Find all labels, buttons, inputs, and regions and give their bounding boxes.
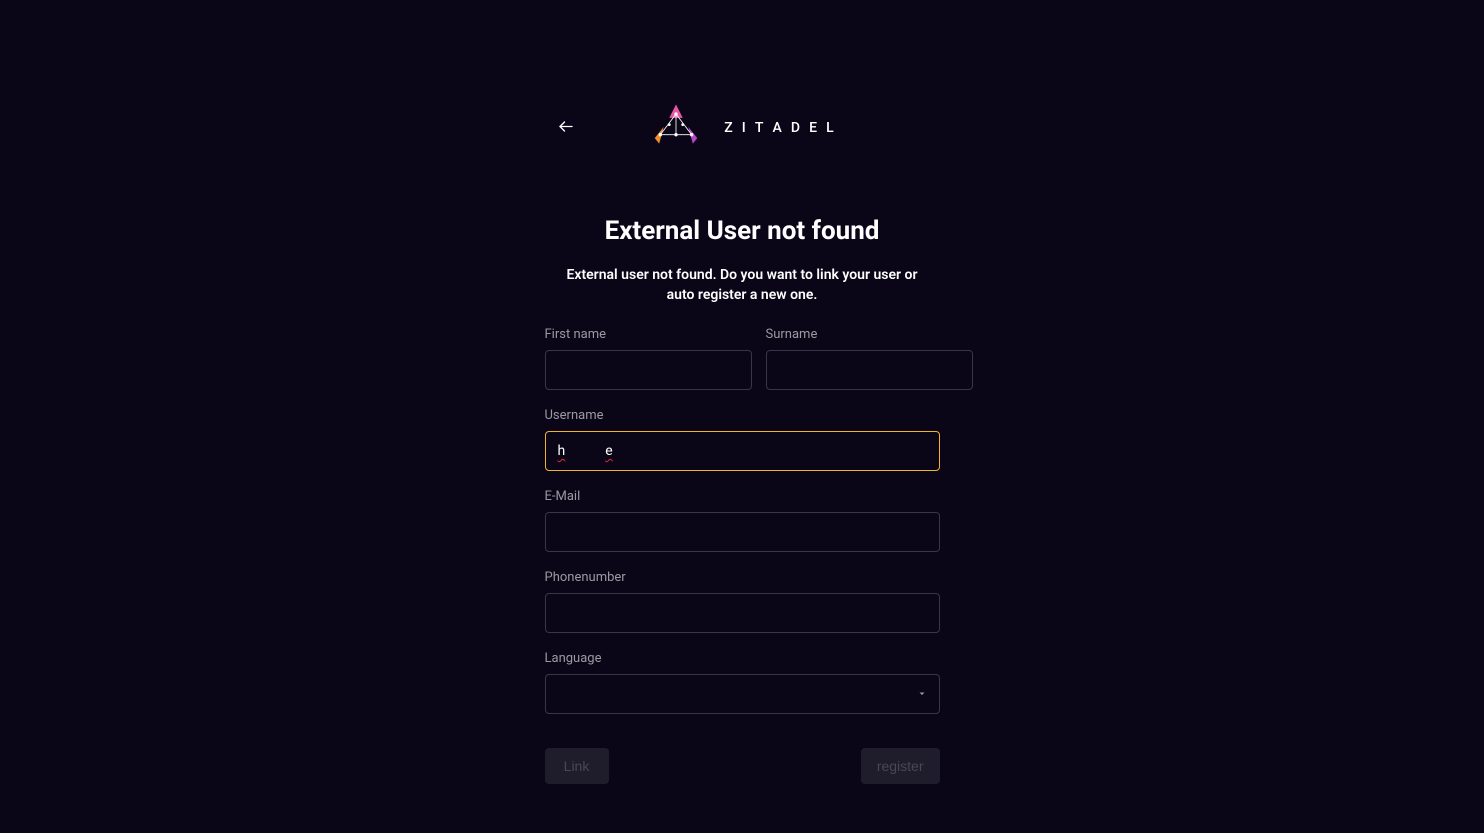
firstname-label: First name [545,327,752,342]
username-label: Username [545,408,940,423]
username-field-wrapper: Username h e [545,408,940,471]
form-actions: Link register [545,748,940,784]
firstname-field-wrapper: First name [545,327,752,390]
registration-form: First name Surname Username h e E-Mail P… [545,327,940,784]
phone-field[interactable] [545,593,940,633]
logo-letter: Z [724,120,735,136]
link-button[interactable]: Link [545,748,609,784]
logo-mark-icon [648,100,704,156]
phone-label: Phonenumber [545,570,940,585]
logo-letter: A [772,120,783,136]
username-value-part2: e [605,443,612,459]
language-select-wrapper [545,674,940,714]
surname-label: Surname [766,327,973,342]
email-field-wrapper: E-Mail [545,489,940,552]
surname-field-wrapper: Surname [766,327,973,390]
language-field-wrapper: Language [545,651,940,714]
surname-field[interactable] [766,350,973,390]
logo-letter: I [742,120,748,136]
phone-field-wrapper: Phonenumber [545,570,940,633]
logo-text: Z I T A D E L [724,120,836,136]
header: Z I T A D E L [545,100,940,156]
email-field[interactable] [545,512,940,552]
language-label: Language [545,651,940,666]
logo-letter: T [755,120,766,136]
page-subtitle: External user not found. Do you want to … [545,266,940,305]
email-label: E-Mail [545,489,940,504]
logo-letter: D [791,120,802,136]
back-button[interactable] [553,114,579,143]
firstname-field[interactable] [545,350,752,390]
username-field[interactable]: h e [545,431,940,471]
arrow-left-icon [557,118,575,139]
language-select[interactable] [545,674,940,714]
name-row: First name Surname [545,327,940,390]
page-title: External User not found [545,216,940,246]
main-container: Z I T A D E L External User not found Ex… [545,100,940,833]
username-value-part1: h [558,443,566,459]
logo-letter: L [826,120,836,136]
brand-logo: Z I T A D E L [648,100,836,156]
logo-letter: E [809,120,819,136]
register-button[interactable]: register [861,748,940,784]
